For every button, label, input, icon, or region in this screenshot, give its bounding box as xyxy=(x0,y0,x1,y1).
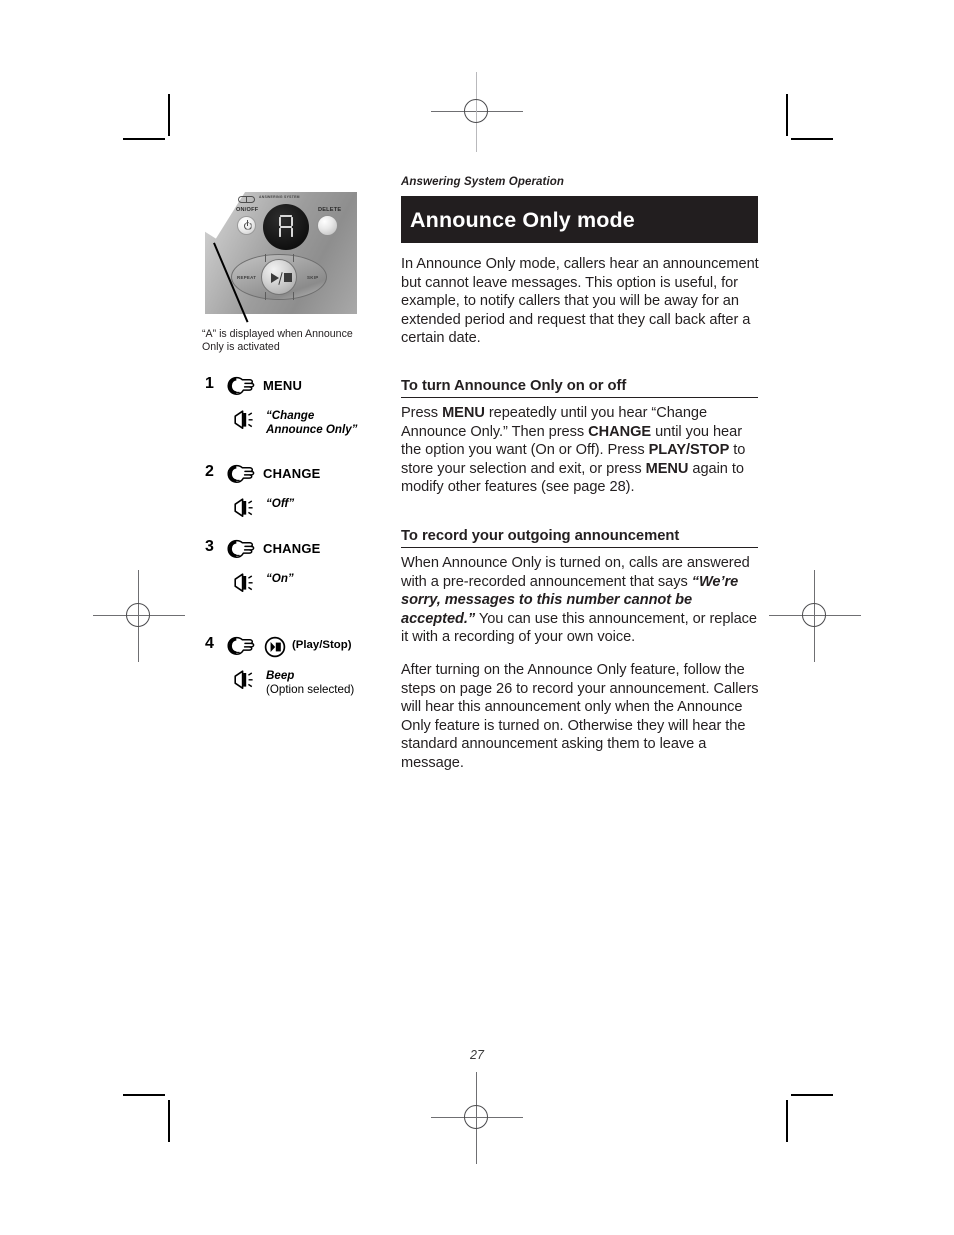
crop-mark-bottom-left-v xyxy=(168,1100,170,1142)
crop-mark-bottom-left-h xyxy=(123,1094,165,1096)
step-item: 1 MENU xyxy=(200,375,385,405)
power-icon-stem xyxy=(247,220,249,226)
segment-middle xyxy=(280,225,292,228)
registration-mark-right xyxy=(769,570,861,662)
section-on-off-body: Press MENU repeatedly until you hear “Ch… xyxy=(401,404,761,511)
brand-lozenge-icon xyxy=(238,196,255,203)
slash-divider-icon xyxy=(278,271,283,285)
device-label-repeat: REPEAT xyxy=(237,275,257,280)
crop-mark-top-left-v xyxy=(168,94,170,136)
device-photo: ANSWERING SYSTEM ON/OFF DELETE REPEAT SK… xyxy=(205,192,357,314)
step-key-label: MENU xyxy=(263,378,303,393)
page-title: Announce Only mode xyxy=(410,208,635,232)
intro-paragraph: In Announce Only mode, callers hear an a… xyxy=(401,256,759,347)
pointing-hand-icon xyxy=(225,464,257,489)
step-number: 4 xyxy=(205,635,214,652)
document-page: Answering System Operation Announce Only… xyxy=(0,0,954,1235)
subheading-record-announcement: To record your outgoing announcement xyxy=(401,528,758,548)
intro-block: In Announce Only mode, callers hear an a… xyxy=(401,255,761,362)
segment-bottom-right xyxy=(291,227,294,237)
segment-top-left xyxy=(278,216,281,226)
on-off-paragraph: Press MENU repeatedly until you hear “Ch… xyxy=(401,404,761,497)
step-number: 2 xyxy=(205,463,214,480)
device-transport-control: REPEAT SKIP xyxy=(231,254,327,300)
play-icon xyxy=(271,273,279,283)
step-prompt: Beep (Option selected) xyxy=(200,669,385,709)
step-prompt-text: “Off” xyxy=(266,497,294,511)
step-key-label: CHANGE xyxy=(263,541,321,556)
display-character-a xyxy=(278,215,294,239)
subheading-turn-on-off: To turn Announce Only on or off xyxy=(401,378,758,398)
device-brand-text: ANSWERING SYSTEM xyxy=(259,195,300,199)
record-paragraph-1: When Announce Only is turned on, calls a… xyxy=(401,554,761,647)
step-number: 1 xyxy=(205,375,214,392)
device-brand-logo: ANSWERING SYSTEM xyxy=(238,195,308,204)
registration-circle xyxy=(464,99,488,123)
prompt-line-2: Announce Only” xyxy=(266,422,358,436)
registration-circle xyxy=(464,1105,488,1129)
play-stop-icon xyxy=(264,636,286,663)
device-delete-button[interactable] xyxy=(317,215,338,236)
step-prompt: “On” xyxy=(200,572,385,602)
crop-mark-bottom-right-v xyxy=(786,1100,788,1142)
crop-mark-top-right-h xyxy=(791,138,833,140)
registration-mark-top xyxy=(431,72,523,152)
prompt-line-1: “On” xyxy=(266,572,294,585)
page-number: 27 xyxy=(470,1048,484,1062)
section-record-body: When Announce Only is turned on, calls a… xyxy=(401,554,761,787)
device-display xyxy=(263,204,309,250)
segment-top-right xyxy=(291,216,294,226)
prompt-line-2: (Option selected) xyxy=(266,682,355,696)
speaker-icon xyxy=(233,670,259,695)
segment-top xyxy=(280,215,292,218)
step-item: 3 CHANGE xyxy=(200,538,385,568)
transport-divider xyxy=(265,292,267,300)
step-number: 3 xyxy=(205,538,214,555)
step-prompt-text: “On” xyxy=(266,572,294,586)
speaker-icon xyxy=(233,573,259,598)
device-label-delete: DELETE xyxy=(318,207,342,213)
crop-mark-top-left-h xyxy=(123,138,165,140)
page-title-band: Announce Only mode xyxy=(401,196,758,243)
device-play-stop-button[interactable] xyxy=(261,259,297,295)
figure-caption: “A” is displayed when Announce Only is a… xyxy=(202,328,353,353)
pointing-hand-icon xyxy=(225,376,257,401)
device-on-off-button[interactable] xyxy=(237,216,256,235)
step-prompt-text: “Change Announce Only” xyxy=(266,409,357,436)
pointing-hand-icon xyxy=(225,636,257,661)
crop-mark-top-right-v xyxy=(786,94,788,136)
step-prompt: “Change Announce Only” xyxy=(200,409,385,452)
device-label-on-off: ON/OFF xyxy=(236,207,259,213)
pointing-hand-icon xyxy=(225,539,257,564)
device-label-skip: SKIP xyxy=(307,275,319,280)
step-item: 2 CHANGE xyxy=(200,463,385,493)
step-key-label: CHANGE xyxy=(263,466,321,481)
transport-divider xyxy=(293,292,295,300)
crop-mark-bottom-right-h xyxy=(791,1094,833,1096)
segment-bottom-left xyxy=(278,227,281,237)
prompt-line-1: “Off” xyxy=(266,497,295,510)
record-paragraph-2: After turning on the Announce Only featu… xyxy=(401,661,759,771)
registration-circle xyxy=(126,603,150,627)
rich-paragraph-slot: When Announce Only is turned on, calls a… xyxy=(401,555,757,646)
transport-divider xyxy=(293,254,295,262)
running-head: Answering System Operation xyxy=(401,176,564,188)
step-prompt: “Off” xyxy=(200,497,385,527)
speaker-icon xyxy=(233,410,259,435)
step-item: 4 (Play/Stop) xyxy=(200,635,385,665)
prompt-line-1: Beep xyxy=(266,669,295,682)
rich-paragraph-slot: Press MENU repeatedly until you hear “Ch… xyxy=(401,405,746,496)
step-prompt-text: Beep (Option selected) xyxy=(266,669,354,696)
stop-icon xyxy=(283,273,292,282)
transport-divider xyxy=(265,254,267,262)
prompt-line-1: “Change xyxy=(266,409,315,422)
registration-mark-bottom xyxy=(431,1072,523,1164)
registration-circle xyxy=(802,603,826,627)
speaker-icon xyxy=(233,498,259,523)
step-list: 1 MENU “Change Announce Only” 2 CHANGE “… xyxy=(200,375,385,709)
play-stop-label: (Play/Stop) xyxy=(292,639,352,651)
registration-mark-left xyxy=(93,570,185,662)
